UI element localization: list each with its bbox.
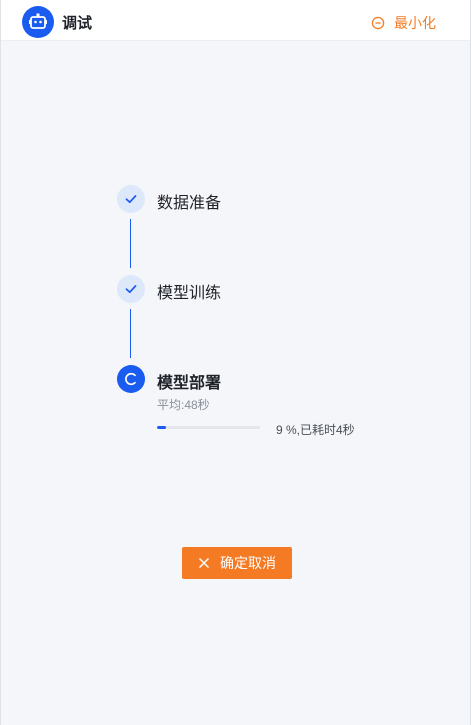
average-time: 平均:48秒 xyxy=(157,398,210,412)
step-label: 模型训练 xyxy=(157,285,222,302)
check-icon xyxy=(125,195,137,204)
minimize-button[interactable]: 最小化 xyxy=(371,13,436,33)
panel-header: 调试 最小化 xyxy=(1,0,470,41)
minus-circle-icon xyxy=(371,16,385,30)
check-icon xyxy=(125,285,137,294)
step-label: 模型部署 xyxy=(157,375,222,392)
step-label: 数据准备 xyxy=(157,195,222,212)
progress-text: 9 %,已耗时4秒 xyxy=(276,423,355,437)
robot-icon xyxy=(22,6,54,38)
spinner-icon xyxy=(125,372,136,386)
progress-fill xyxy=(157,426,167,429)
step-connector xyxy=(130,309,131,358)
minimize-label: 最小化 xyxy=(394,15,436,31)
confirm-cancel-button[interactable]: 确定取消 xyxy=(182,547,292,579)
cancel-label: 确定取消 xyxy=(220,555,276,571)
step-status-active xyxy=(117,365,145,393)
page-title: 调试 xyxy=(62,15,93,32)
step-status-done xyxy=(117,275,145,303)
close-icon xyxy=(198,557,210,569)
step-status-done xyxy=(117,185,145,213)
progress-bar xyxy=(157,426,260,429)
step-connector xyxy=(130,219,131,268)
debug-panel: 调试 最小化 数据准备 模型训练 模型部署 平均:48秒 9 %,已耗时4秒 确… xyxy=(0,0,471,725)
